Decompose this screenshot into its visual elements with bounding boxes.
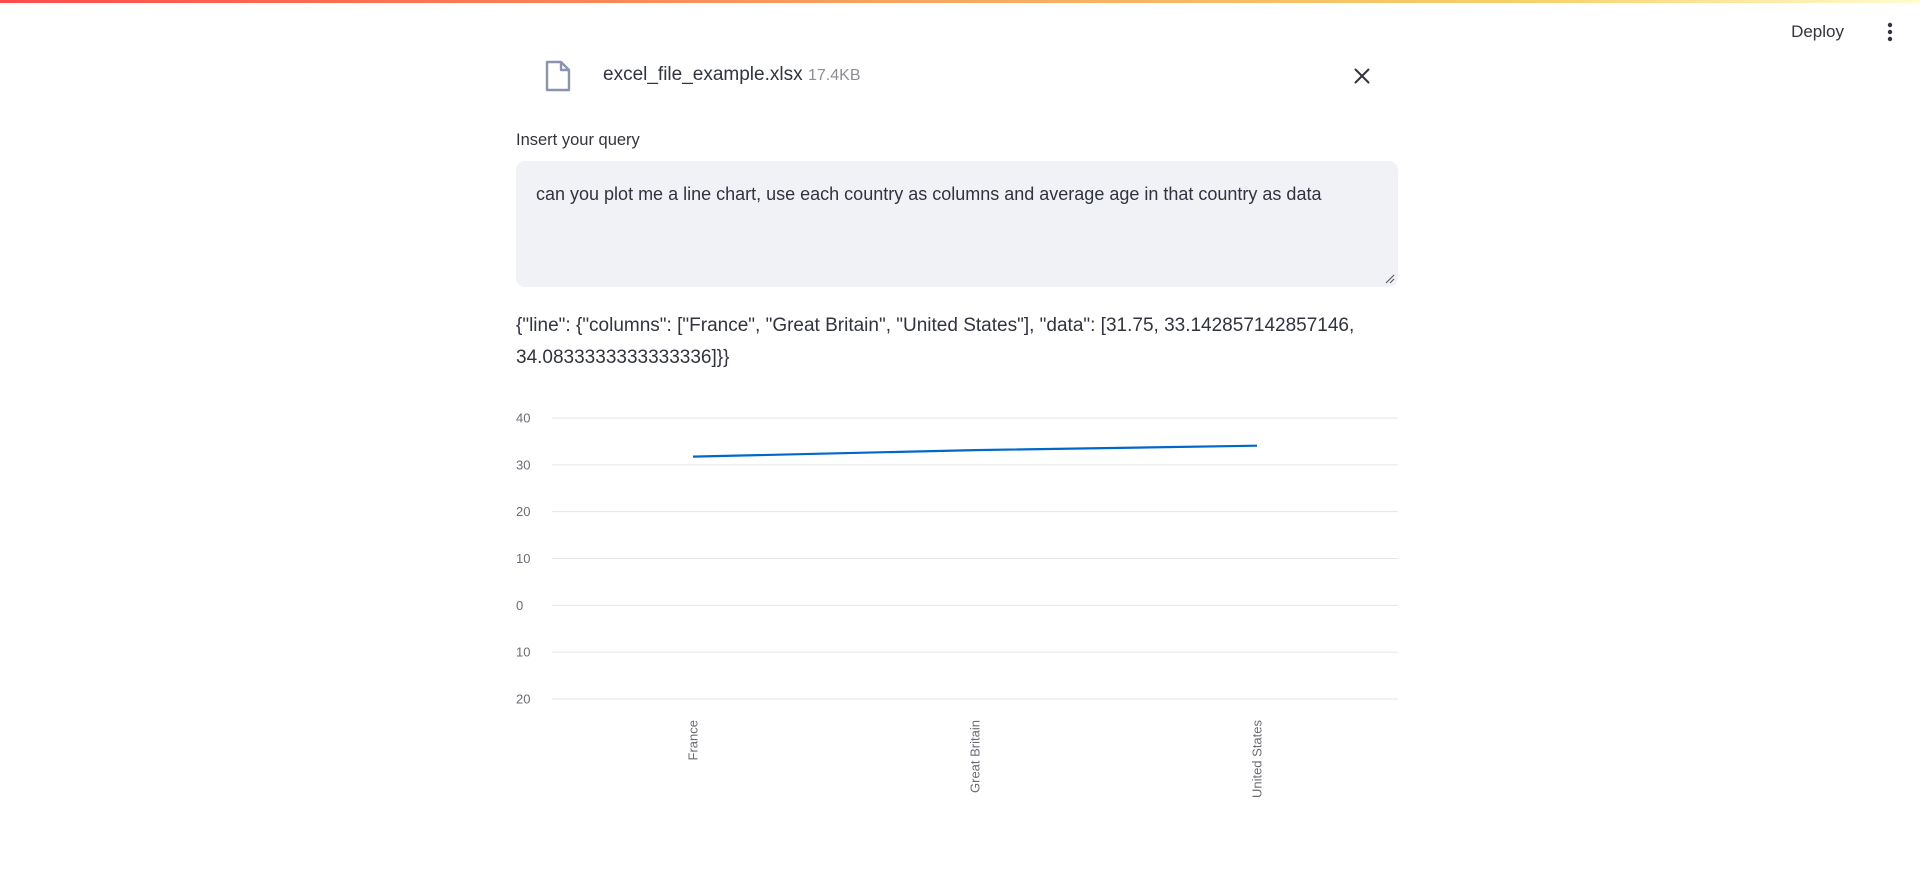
y-tick-label: 20 xyxy=(516,692,530,707)
y-tick-label: 10 xyxy=(516,551,530,566)
y-tick-label: 0 xyxy=(516,598,523,613)
kebab-menu-icon xyxy=(1887,22,1893,42)
header-toolbar: Deploy xyxy=(1779,14,1920,50)
remove-file-button[interactable] xyxy=(1346,60,1378,92)
uploaded-file-row: excel_file_example.xlsx 17.4KB xyxy=(516,56,1398,96)
x-tick-label: France xyxy=(686,720,701,760)
chart-series xyxy=(692,444,1258,458)
file-name: excel_file_example.xlsx xyxy=(603,64,803,85)
file-icon xyxy=(545,60,571,97)
y-tick-label: 10 xyxy=(516,645,530,660)
query-label: Insert your query xyxy=(516,131,640,149)
y-tick-label: 30 xyxy=(516,457,530,472)
chart-x-axis: France Great Britain United States xyxy=(686,720,1265,799)
x-tick-label: United States xyxy=(1250,720,1265,799)
deploy-button[interactable]: Deploy xyxy=(1779,16,1856,48)
chart-gridlines xyxy=(552,417,1398,700)
file-size: 17.4KB xyxy=(808,67,861,84)
line-chart: 40 30 20 10 0 10 20 France Great Britain United … xyxy=(516,411,1398,799)
y-tick-label: 40 xyxy=(516,411,530,426)
query-textarea[interactable]: can you plot me a line chart, use each c… xyxy=(516,161,1398,287)
top-decoration-bar xyxy=(0,0,1920,3)
chart-y-axis: 40 30 20 10 0 10 20 xyxy=(516,411,530,707)
series-line xyxy=(692,444,1258,458)
x-tick-label: Great Britain xyxy=(968,720,983,793)
main-menu-button[interactable] xyxy=(1872,14,1908,50)
result-json-text: {"line": {"columns": ["France", "Great B… xyxy=(516,315,1355,368)
close-icon xyxy=(1354,68,1370,84)
resize-handle-icon[interactable] xyxy=(1385,274,1395,284)
query-text: can you plot me a line chart, use each c… xyxy=(536,184,1322,204)
y-tick-label: 20 xyxy=(516,504,530,519)
